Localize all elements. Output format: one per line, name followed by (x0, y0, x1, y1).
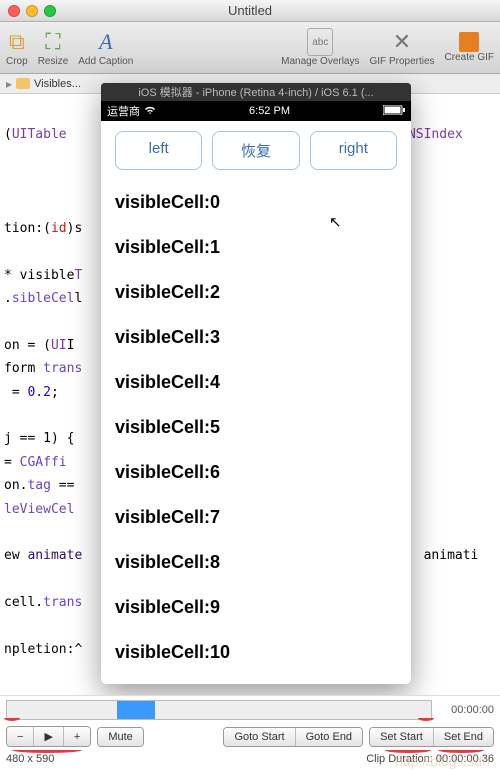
resize-label: Resize (38, 56, 69, 67)
step-forward-button[interactable]: + (64, 727, 90, 746)
gif-properties-button[interactable]: ✕ GIF Properties (370, 28, 435, 67)
resize-icon: ⛶ (45, 28, 60, 56)
goto-start-button[interactable]: Goto Start (224, 728, 295, 746)
battery-icon (383, 105, 405, 118)
timeline-slider[interactable] (6, 700, 432, 720)
watermark-text: http://blog.csdn (395, 753, 490, 769)
simulator-statusbar: 运营商 6:52 PM (101, 101, 411, 121)
folder-icon (16, 78, 30, 89)
annotation-mark (12, 747, 82, 753)
left-button[interactable]: left (115, 131, 202, 170)
statusbar-time: 6:52 PM (249, 105, 290, 117)
step-back-button[interactable]: − (7, 727, 34, 746)
gif-properties-icon: ✕ (393, 28, 411, 56)
manage-overlays-button[interactable]: abc Manage Overlays (281, 28, 359, 67)
create-gif-icon (459, 32, 479, 52)
annotation-mark (4, 715, 20, 721)
add-caption-label: Add Caption (78, 56, 133, 67)
crop-button[interactable]: ⧉ Crop (6, 28, 28, 67)
carrier-label: 运营商 (107, 103, 140, 119)
crop-icon: ⧉ (9, 28, 25, 56)
table-row[interactable]: visibleCell:9 (115, 585, 397, 630)
window-title: Untitled (0, 3, 500, 18)
simulator-table[interactable]: visibleCell:0 visibleCell:1 visibleCell:… (101, 180, 411, 675)
table-row[interactable]: visibleCell:2 (115, 270, 397, 315)
simulator-title: iOS 模拟器 - iPhone (Retina 4-inch) / iOS 6… (101, 83, 411, 101)
table-row[interactable]: visibleCell:8 (115, 540, 397, 585)
right-button[interactable]: right (310, 131, 397, 170)
manage-overlays-label: Manage Overlays (281, 56, 359, 67)
timeline-thumb[interactable] (117, 701, 155, 719)
table-row[interactable]: visibleCell:3 (115, 315, 397, 360)
play-button[interactable]: ▶ (34, 727, 63, 746)
simulator-body: left 恢复 right visibleCell:0 visibleCell:… (101, 121, 411, 684)
gif-properties-label: GIF Properties (370, 56, 435, 67)
restore-button[interactable]: 恢复 (212, 131, 299, 170)
ios-simulator-window[interactable]: iOS 模拟器 - iPhone (Retina 4-inch) / iOS 6… (101, 83, 411, 684)
annotation-mark (418, 715, 434, 721)
manage-overlays-icon: abc (307, 28, 333, 56)
add-caption-icon: A (99, 28, 112, 56)
table-row[interactable]: visibleCell:7 (115, 495, 397, 540)
create-gif-label: Create GIF (445, 52, 494, 63)
table-row[interactable]: visibleCell:4 (115, 360, 397, 405)
crop-label: Crop (6, 56, 28, 67)
goto-end-button[interactable]: Goto End (296, 728, 362, 746)
wifi-icon (144, 105, 156, 118)
create-gif-button[interactable]: Create GIF (445, 32, 494, 63)
dimensions-label: 480 x 590 (6, 753, 54, 765)
window-titlebar: Untitled (0, 0, 500, 22)
table-row[interactable]: visibleCell:10 (115, 630, 397, 675)
mute-button[interactable]: Mute (98, 728, 142, 746)
resize-button[interactable]: ⛶ Resize (38, 28, 69, 67)
add-caption-button[interactable]: A Add Caption (78, 28, 133, 67)
table-row[interactable]: visibleCell:6 (115, 450, 397, 495)
table-row[interactable]: visibleCell:0 (115, 180, 397, 225)
toolbar: ⧉ Crop ⛶ Resize A Add Caption abc Manage… (0, 22, 500, 74)
set-end-button[interactable]: Set End (434, 728, 493, 746)
table-row[interactable]: visibleCell:1 (115, 225, 397, 270)
timecode-label: 00:00:00 (438, 704, 494, 716)
set-start-button[interactable]: Set Start (370, 728, 434, 746)
breadcrumb-label: Visibles... (34, 78, 81, 90)
chevron-right-icon: ▸ (6, 77, 12, 91)
table-row[interactable]: visibleCell:5 (115, 405, 397, 450)
